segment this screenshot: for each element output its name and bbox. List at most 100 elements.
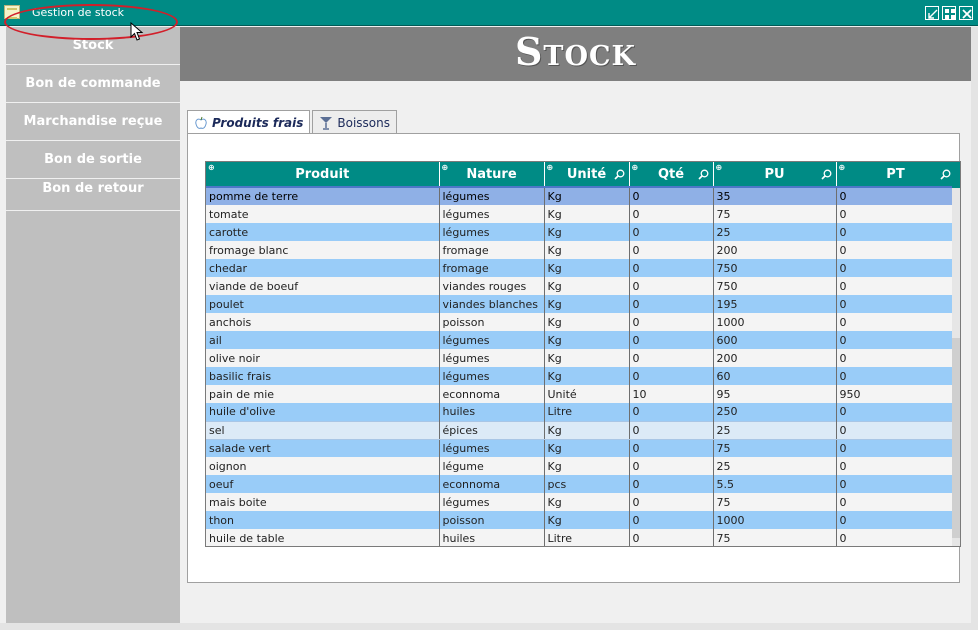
- table-row[interactable]: olive noir légumes Kg 0 200 0: [206, 349, 956, 367]
- table-cell[interactable]: huiles: [439, 529, 545, 546]
- table-row[interactable]: thon poisson Kg 0 1000 0: [206, 511, 956, 529]
- table-cell[interactable]: 0: [836, 186, 956, 205]
- table-cell[interactable]: carotte: [206, 223, 440, 241]
- table-cell[interactable]: 0: [629, 493, 714, 511]
- table-cell[interactable]: poulet: [206, 295, 440, 313]
- table-cell[interactable]: 0: [629, 457, 714, 475]
- table-cell[interactable]: 0: [836, 475, 956, 493]
- table-cell[interactable]: 0: [629, 349, 714, 367]
- table-cell[interactable]: 250: [713, 403, 837, 421]
- sidebar-item-bon-de-retour[interactable]: Bon de retour: [6, 179, 180, 211]
- table-cell[interactable]: 0: [836, 205, 956, 223]
- table-cell[interactable]: 200: [713, 349, 837, 367]
- table-row[interactable]: huile d'olive huiles Litre 0 250 0: [206, 403, 956, 421]
- table-cell[interactable]: 5.5: [713, 475, 837, 493]
- table-row[interactable]: chedar fromage Kg 0 750 0: [206, 259, 956, 277]
- table-cell[interactable]: 0: [836, 493, 956, 511]
- table-row[interactable]: pomme de terre légumes Kg 0 35 0: [206, 186, 956, 205]
- table-cell[interactable]: épices: [439, 420, 545, 440]
- table-cell[interactable]: légume: [439, 457, 545, 475]
- table-cell[interactable]: 0: [629, 475, 714, 493]
- table-row[interactable]: oeuf econnoma pcs 0 5.5 0: [206, 475, 956, 493]
- table-cell[interactable]: 750: [713, 277, 837, 295]
- table-cell[interactable]: 200: [713, 241, 837, 259]
- table-cell[interactable]: Kg: [544, 313, 630, 331]
- table-cell[interactable]: chedar: [206, 259, 440, 277]
- search-icon[interactable]: [820, 169, 832, 180]
- table-cell[interactable]: 0: [836, 349, 956, 367]
- sidebar-item-bon-de-commande[interactable]: Bon de commande: [6, 65, 180, 103]
- table-cell[interactable]: Kg: [544, 205, 630, 223]
- scrollbar-thumb[interactable]: [952, 338, 960, 538]
- table-cell[interactable]: légumes: [439, 349, 545, 367]
- table-cell[interactable]: Kg: [544, 493, 630, 511]
- column-header-nature[interactable]: ⊕ Nature: [439, 162, 545, 187]
- table-cell[interactable]: ail: [206, 331, 440, 349]
- table-cell[interactable]: 0: [629, 313, 714, 331]
- table-cell[interactable]: 0: [629, 403, 714, 421]
- table-cell[interactable]: 75: [713, 529, 837, 546]
- table-cell[interactable]: 0: [836, 277, 956, 295]
- table-cell[interactable]: 0: [836, 313, 956, 331]
- table-row[interactable]: huile de table huiles Litre 0 75 0: [206, 529, 956, 546]
- table-row[interactable]: basilic frais légumes Kg 0 60 0: [206, 367, 956, 385]
- table-cell[interactable]: 1000: [713, 313, 837, 331]
- table-cell[interactable]: 0: [629, 205, 714, 223]
- table-cell[interactable]: thon: [206, 511, 440, 529]
- column-header-pu[interactable]: ⊕ PU: [713, 162, 837, 187]
- table-cell[interactable]: pain de mie: [206, 385, 440, 403]
- table-row[interactable]: poulet viandes blanches Kg 0 195 0: [206, 295, 956, 313]
- table-cell[interactable]: 0: [629, 420, 714, 440]
- table-cell[interactable]: poisson: [439, 511, 545, 529]
- table-cell[interactable]: 0: [836, 367, 956, 385]
- table-cell[interactable]: 60: [713, 367, 837, 385]
- table-row[interactable]: viande de boeuf viandes rouges Kg 0 750 0: [206, 277, 956, 295]
- table-cell[interactable]: olive noir: [206, 349, 440, 367]
- column-header-qte[interactable]: ⊕ Qté: [629, 162, 714, 187]
- table-cell[interactable]: 0: [629, 295, 714, 313]
- table-cell[interactable]: 0: [836, 511, 956, 529]
- table-cell[interactable]: 0: [836, 223, 956, 241]
- table-cell[interactable]: 950: [836, 385, 956, 403]
- table-cell[interactable]: 0: [836, 457, 956, 475]
- table-cell[interactable]: légumes: [439, 439, 545, 457]
- table-cell[interactable]: 10: [629, 385, 714, 403]
- table-row[interactable]: sel épices Kg 0 25 0: [206, 420, 956, 440]
- table-cell[interactable]: Litre: [544, 403, 630, 421]
- table-cell[interactable]: Litre: [544, 529, 630, 546]
- table-cell[interactable]: Kg: [544, 349, 630, 367]
- vertical-scrollbar[interactable]: [952, 188, 960, 546]
- table-cell[interactable]: Kg: [544, 241, 630, 259]
- table-cell[interactable]: viande de boeuf: [206, 277, 440, 295]
- table-cell[interactable]: 0: [629, 331, 714, 349]
- table-cell[interactable]: Kg: [544, 331, 630, 349]
- table-cell[interactable]: Unité: [544, 385, 630, 403]
- table-cell[interactable]: 0: [836, 420, 956, 440]
- table-cell[interactable]: huiles: [439, 403, 545, 421]
- table-cell[interactable]: 95: [713, 385, 837, 403]
- table-cell[interactable]: anchois: [206, 313, 440, 331]
- sidebar-item-stock[interactable]: Stock: [6, 27, 180, 65]
- table-cell[interactable]: Kg: [544, 420, 630, 440]
- table-row[interactable]: mais boite légumes Kg 0 75 0: [206, 493, 956, 511]
- table-cell[interactable]: 0: [629, 241, 714, 259]
- table-cell[interactable]: 0: [836, 439, 956, 457]
- restore-icon[interactable]: [925, 6, 939, 20]
- table-cell[interactable]: econnoma: [439, 385, 545, 403]
- table-cell[interactable]: 75: [713, 205, 837, 223]
- table-cell[interactable]: huile de table: [206, 529, 440, 546]
- table-cell[interactable]: 0: [629, 277, 714, 295]
- table-cell[interactable]: 0: [629, 259, 714, 277]
- column-header-pt[interactable]: ⊕ PT: [836, 162, 956, 187]
- table-cell[interactable]: 35: [713, 186, 837, 205]
- table-cell[interactable]: légumes: [439, 186, 545, 205]
- table-cell[interactable]: 25: [713, 223, 837, 241]
- table-cell[interactable]: 0: [836, 403, 956, 421]
- tab-produits-frais[interactable]: Produits frais: [187, 110, 311, 135]
- table-cell[interactable]: mais boite: [206, 493, 440, 511]
- table-cell[interactable]: 0: [629, 186, 714, 205]
- column-header-produit[interactable]: ⊕ Produit: [206, 162, 440, 187]
- table-cell[interactable]: 0: [629, 367, 714, 385]
- table-cell[interactable]: Kg: [544, 511, 630, 529]
- table-cell[interactable]: Kg: [544, 439, 630, 457]
